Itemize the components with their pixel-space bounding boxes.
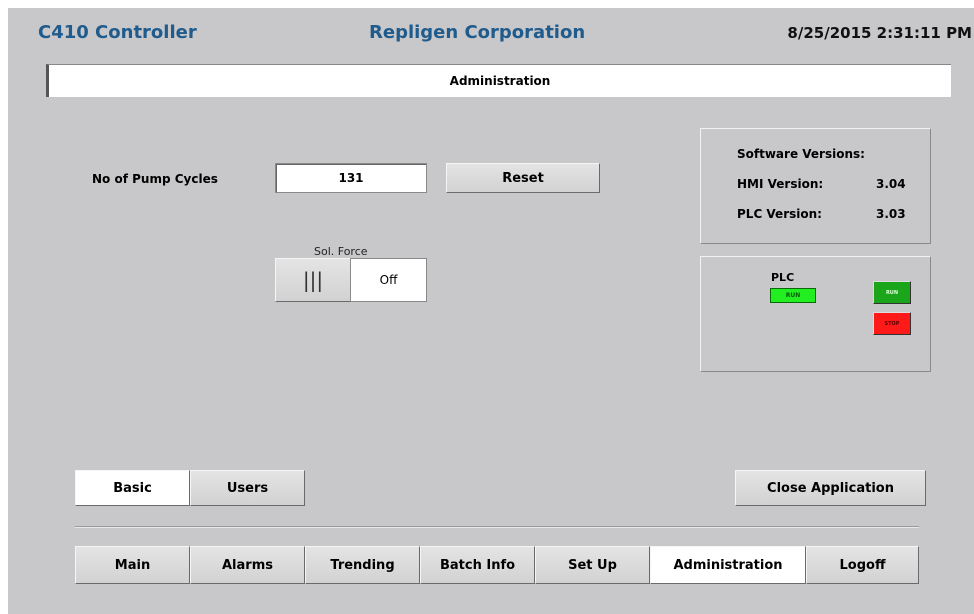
hmi-screen: C410 Controller Repligen Corporation 8/2… (8, 8, 974, 614)
nav-main[interactable]: Main (75, 546, 190, 584)
nav-trending[interactable]: Trending (305, 546, 420, 584)
nav-set-up[interactable]: Set Up (535, 546, 650, 584)
plc-stop-button[interactable]: STOP (873, 312, 911, 335)
nav-batch-info[interactable]: Batch Info (420, 546, 535, 584)
plc-status-indicator: RUN (770, 288, 816, 303)
plc-version-label: PLC Version: (737, 207, 822, 221)
tab-basic[interactable]: Basic (75, 470, 190, 506)
reset-button[interactable]: Reset (446, 163, 600, 193)
hmi-version-label: HMI Version: (737, 177, 824, 191)
nav-divider (75, 526, 919, 528)
sol-force-toggle-button[interactable]: ||| (275, 258, 351, 302)
datetime-display: 8/25/2015 2:31:11 PM (787, 24, 972, 42)
plc-label: PLC (771, 271, 795, 284)
software-versions-panel: Software Versions: HMI Version: 3.04 PLC… (700, 128, 931, 244)
versions-title: Software Versions: (737, 147, 865, 161)
close-application-button[interactable]: Close Application (735, 470, 926, 506)
nav-logoff[interactable]: Logoff (806, 546, 919, 584)
plc-run-button[interactable]: RUN (873, 281, 911, 304)
sol-force-label: Sol. Force (314, 245, 368, 258)
page-title: Administration (449, 74, 551, 88)
nav-alarms[interactable]: Alarms (190, 546, 305, 584)
pump-cycles-label: No of Pump Cycles (92, 172, 218, 186)
company-name: Repligen Corporation (369, 22, 586, 43)
plc-version-value: 3.03 (876, 207, 906, 221)
plc-panel: PLC RUN RUN STOP (700, 256, 931, 372)
hmi-version-value: 3.04 (876, 177, 906, 191)
app-title: C410 Controller (38, 22, 197, 43)
page-title-bar: Administration (46, 64, 951, 97)
nav-administration[interactable]: Administration (650, 546, 806, 584)
pump-cycles-field[interactable]: 131 (275, 163, 427, 193)
sol-force-state: Off (350, 258, 427, 302)
tab-users[interactable]: Users (190, 470, 305, 506)
